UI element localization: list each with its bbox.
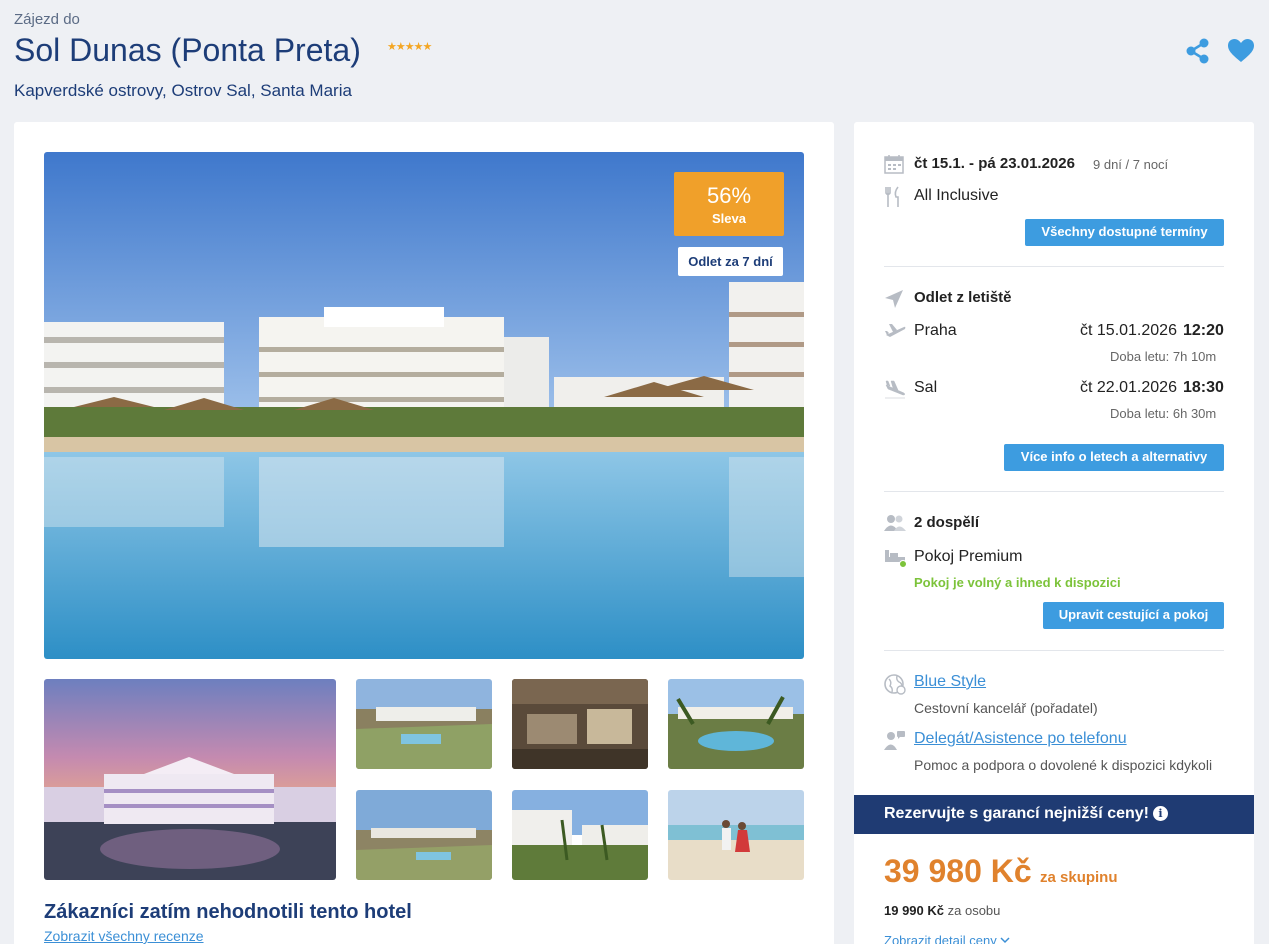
plane-arrival-icon: [884, 379, 906, 399]
per-person-price-row: 19 990 Kč za osobu: [884, 903, 1000, 918]
outbound-date: čt 15.01.2026: [1080, 322, 1177, 339]
outbound-duration: Doba letu: 7h 10m: [1110, 349, 1217, 364]
cutlery-icon: [884, 186, 904, 207]
flights-heading: Odlet z letiště: [914, 289, 1012, 306]
discount-badge: 56% Sleva: [674, 172, 784, 236]
thumbnail-photo[interactable]: [356, 679, 492, 769]
trip-dates: čt 15.1. - pá 23.01.2026: [914, 155, 1075, 172]
all-dates-button[interactable]: Všechny dostupné termíny: [1025, 219, 1224, 246]
price-guarantee-banner: Rezervujte s garancí nejnižší ceny! i: [854, 795, 1254, 834]
thumbnail-photo[interactable]: [512, 790, 648, 880]
per-person-label: za osobu: [947, 903, 1001, 918]
divider: [884, 266, 1224, 267]
discount-percent: 56%: [706, 183, 752, 208]
board-type: All Inclusive: [914, 187, 999, 204]
thumbnail-photo[interactable]: [44, 679, 336, 880]
flight-info-button[interactable]: Více info o letech a alternativy: [1004, 444, 1224, 471]
support-description: Pomoc a podpora o dovolené k dispozici k…: [914, 757, 1213, 773]
departure-countdown-badge: Odlet za 7 dní: [678, 247, 783, 276]
divider: [884, 650, 1224, 651]
breadcrumb-pretitle: Zájezd do: [14, 11, 80, 28]
share-icon[interactable]: [1184, 37, 1212, 65]
navigation-arrow-icon: [884, 289, 904, 309]
support-agent-icon: [884, 730, 905, 750]
globe-icon: [884, 673, 906, 695]
total-price-unit: za skupinu: [1040, 869, 1118, 886]
outbound-city: Praha: [914, 322, 957, 339]
calendar-icon: [884, 154, 904, 174]
divider: [884, 491, 1224, 492]
thumbnail-photo[interactable]: [668, 790, 804, 880]
hotel-rating-stars: ★★★★★: [387, 41, 432, 53]
info-icon[interactable]: i: [1153, 806, 1168, 821]
favorite-heart-icon[interactable]: [1227, 38, 1255, 64]
thumbnail-photo[interactable]: [356, 790, 492, 880]
people-icon: [884, 514, 906, 534]
edit-travellers-room-button[interactable]: Upravit cestující a pokoj: [1043, 602, 1224, 629]
show-all-reviews-link[interactable]: Zobrazit všechny recenze: [44, 928, 204, 944]
total-price: 39 980 Kč: [884, 853, 1032, 889]
inbound-duration: Doba letu: 6h 30m: [1110, 406, 1217, 421]
price-detail-label: Zobrazit detail ceny: [884, 933, 997, 944]
bed-icon: [884, 548, 907, 568]
plane-departure-icon: [884, 321, 906, 341]
hotel-location: Kapverdské ostrovy, Ostrov Sal, Santa Ma…: [14, 81, 352, 100]
discount-label: Sleva: [712, 211, 746, 226]
outbound-time: 12:20: [1183, 322, 1224, 339]
inbound-city: Sal: [914, 379, 938, 396]
trip-duration: 9 dní / 7 nocí: [1093, 157, 1169, 172]
travellers-count: 2 dospělí: [914, 514, 980, 531]
room-availability-status: Pokoj je volný a ihned k dispozici: [914, 575, 1121, 590]
thumbnail-photo[interactable]: [668, 679, 804, 769]
reviews-heading: Zákazníci zatím nehodnotili tento hotel: [44, 901, 412, 923]
inbound-time: 18:30: [1183, 379, 1224, 396]
agency-link[interactable]: Blue Style: [914, 673, 986, 691]
price-guarantee-text: Rezervujte s garancí nejnižší ceny!: [884, 805, 1149, 822]
price-detail-link[interactable]: Zobrazit detail ceny: [884, 933, 1010, 944]
inbound-date: čt 22.01.2026: [1080, 379, 1177, 396]
chevron-down-icon: [1000, 937, 1010, 944]
support-phone-link[interactable]: Delegát/Asistence po telefonu: [914, 730, 1127, 748]
per-person-price: 19 990 Kč: [884, 903, 944, 918]
page-title: Sol Dunas (Ponta Preta): [14, 32, 361, 68]
agency-role: Cestovní kancelář (pořadatel): [914, 700, 1098, 716]
room-name: Pokoj Premium: [914, 548, 1023, 565]
thumbnail-photo[interactable]: [512, 679, 648, 769]
